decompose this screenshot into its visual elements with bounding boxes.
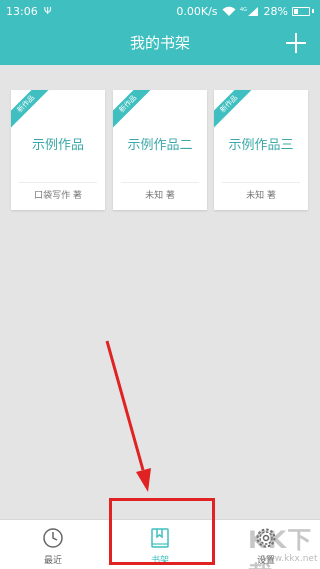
battery-icon [292, 6, 314, 16]
battery-percent: 28% [263, 4, 288, 18]
tab-settings[interactable]: 设置 [213, 520, 319, 569]
usb-icon: Ψ [43, 5, 52, 17]
book-author: 未知 著 [145, 191, 175, 201]
book-title: 示例作品二 [127, 138, 193, 153]
tab-label: 最近 [43, 556, 62, 566]
network-speed: 0.00K/s [176, 4, 218, 18]
new-badge: 新作品 [214, 90, 254, 130]
bottom-tab-bar: 最近 书架 设置 [0, 519, 320, 569]
book-title: 示例作品三 [228, 138, 294, 153]
book-divider [19, 182, 97, 183]
book-title: 示例作品 [31, 138, 84, 153]
book-author: 未知 著 [246, 191, 276, 201]
book-divider [121, 182, 199, 183]
new-badge: 新作品 [113, 90, 153, 130]
battery-fill [294, 8, 298, 14]
page-title: 我的书架 [129, 34, 190, 52]
clock-icon [42, 527, 64, 549]
signal-tag: 4G [240, 7, 247, 13]
book-card[interactable]: 新作品 示例作品二 未知 著 [113, 90, 207, 210]
signal-icon: 4G [240, 6, 260, 17]
bookshelf-icon [149, 527, 171, 549]
gear-icon [255, 527, 277, 549]
status-bar: 13:06 Ψ 0.00K/s 4G 28% [0, 0, 320, 22]
book-author: 口袋写作 著 [34, 191, 82, 201]
status-time: 13:06 [6, 4, 38, 18]
app-header: 13:06 Ψ 0.00K/s 4G 28% 我的书架 [0, 0, 320, 65]
book-card[interactable]: 新作品 示例作品 口袋写作 著 [11, 90, 105, 210]
bookshelf-grid: 新作品 示例作品 口袋写作 著 新作品 示例作品二 未知 著 新作品 示例作品三… [0, 65, 320, 519]
tab-bookshelf[interactable]: 书架 [107, 520, 213, 569]
add-icon[interactable] [286, 33, 306, 53]
new-badge: 新作品 [11, 90, 51, 130]
book-divider [222, 182, 300, 183]
wifi-icon [222, 6, 236, 17]
book-card[interactable]: 新作品 示例作品三 未知 著 [214, 90, 308, 210]
tab-label: 设置 [256, 556, 275, 566]
tab-label: 书架 [150, 556, 169, 566]
tab-recent[interactable]: 最近 [0, 520, 106, 569]
